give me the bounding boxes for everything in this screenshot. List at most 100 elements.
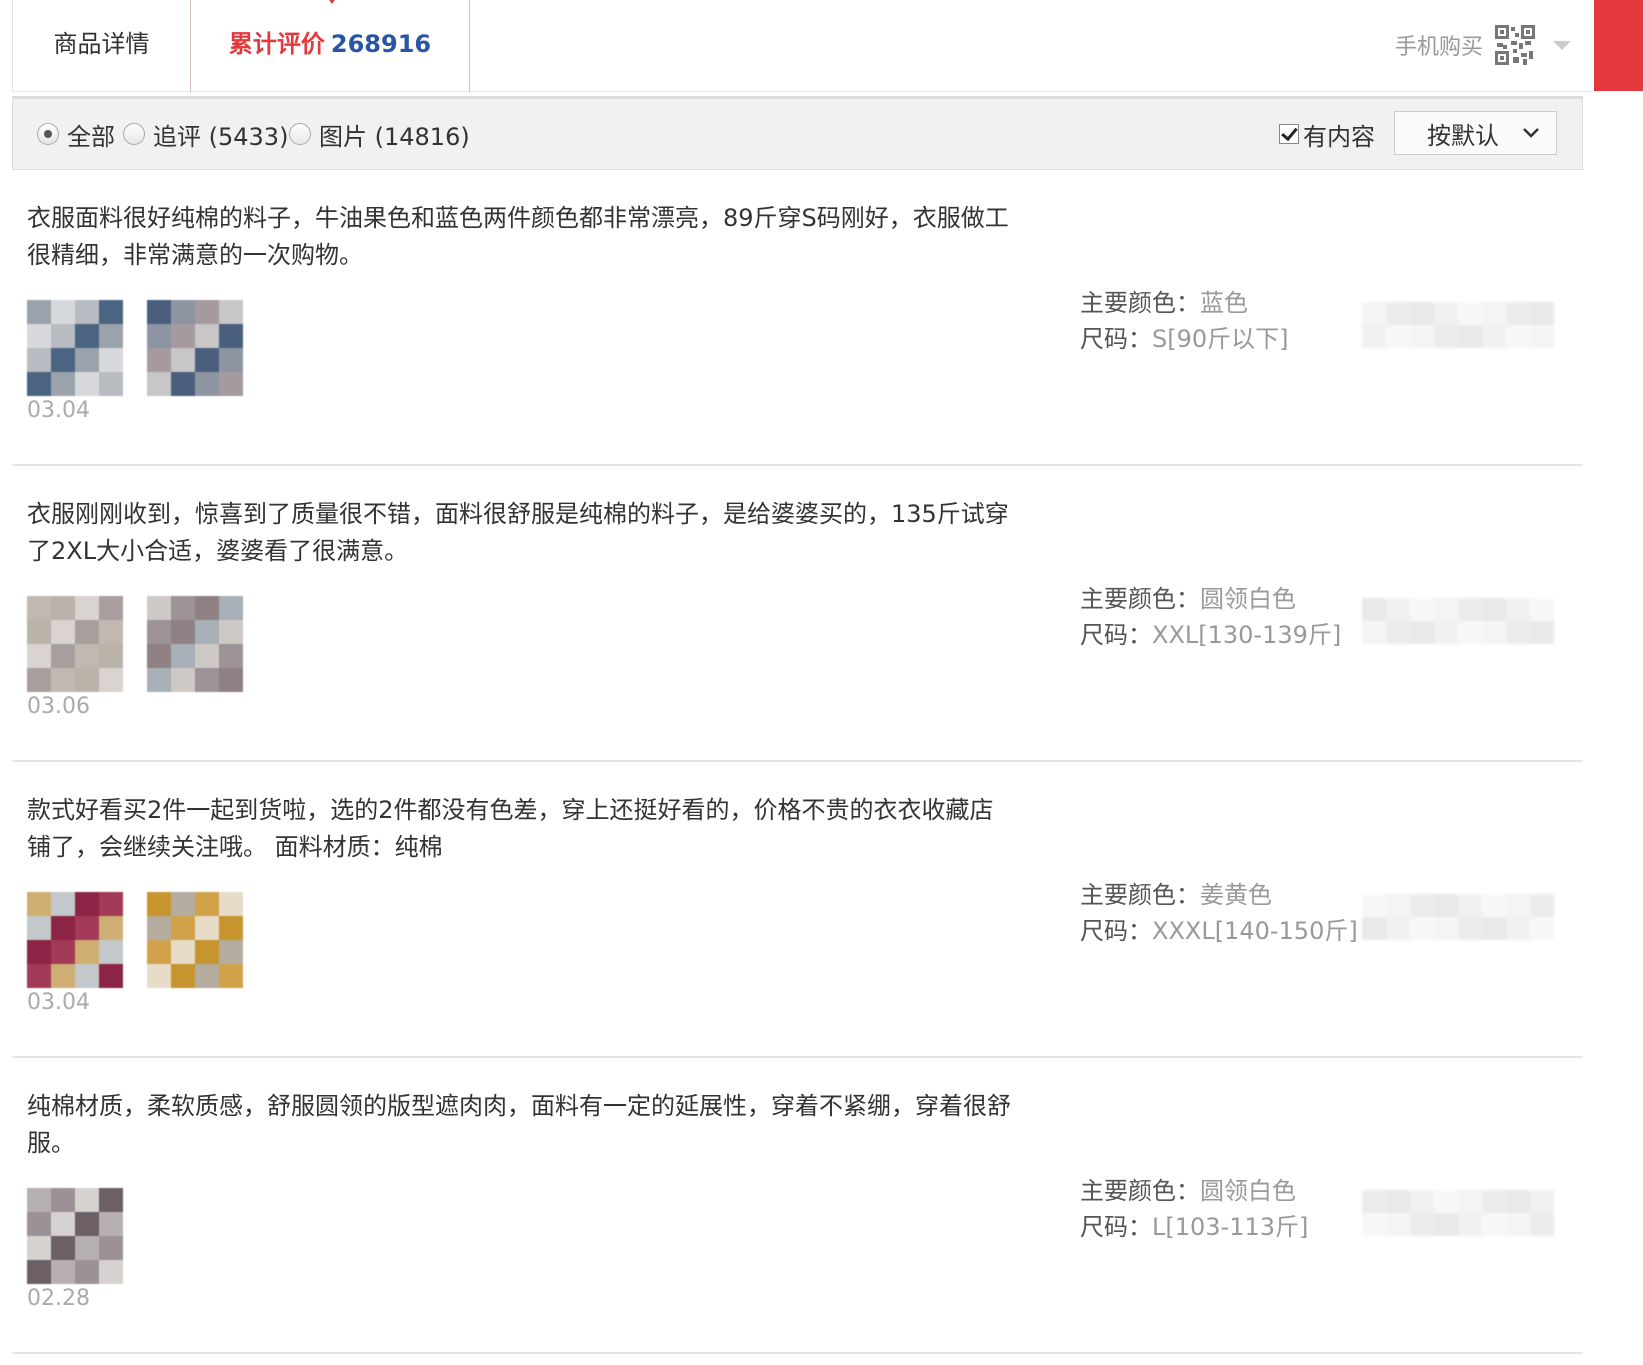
photo-mosaic-cell [51, 300, 75, 324]
review-photos [27, 892, 267, 988]
photo-mosaic-cell [195, 372, 219, 396]
photo-mosaic-cell [75, 1188, 99, 1212]
photo-mosaic-cell [147, 596, 171, 620]
review-photo-thumbnail[interactable] [27, 892, 123, 988]
photo-mosaic-cell [171, 596, 195, 620]
review-photo-thumbnail[interactable] [147, 300, 243, 396]
review-photo-thumbnail[interactable] [27, 1188, 123, 1284]
blurred-username [1362, 302, 1554, 348]
photo-mosaic-cell [27, 1236, 51, 1260]
photo-mosaic-cell [219, 964, 243, 988]
photo-mosaic-cell [27, 644, 51, 668]
photo-mosaic-cell [27, 1260, 51, 1284]
blurred-username [1362, 894, 1554, 940]
review-date: 03.06 [27, 694, 90, 719]
photo-mosaic-cell [27, 300, 51, 324]
photo-mosaic-cell [75, 1236, 99, 1260]
filter-followup[interactable]: 追评 (5433) [123, 99, 288, 169]
photo-mosaic-cell [195, 348, 219, 372]
blur-cell [1530, 325, 1554, 348]
photo-mosaic-cell [171, 372, 195, 396]
blur-cell [1362, 894, 1386, 917]
photo-mosaic-cell [27, 964, 51, 988]
photo-mosaic-cell [51, 1188, 75, 1212]
review-sku-info: 主要颜色：姜黄色 尺码：XXXL[140-150斤] [1080, 877, 1358, 949]
blur-cell [1410, 894, 1434, 917]
photo-mosaic-cell [75, 324, 99, 348]
review-photo-thumbnail[interactable] [147, 892, 243, 988]
photo-mosaic-cell [51, 964, 75, 988]
blur-cell [1458, 1190, 1482, 1213]
filter-all[interactable]: 全部 [37, 99, 115, 169]
sku-size-label: 尺码： [1080, 917, 1152, 945]
photo-mosaic-cell [27, 348, 51, 372]
photo-mosaic-cell [195, 916, 219, 940]
photo-mosaic-cell [195, 668, 219, 692]
sku-color-label: 主要颜色： [1080, 585, 1200, 613]
photo-mosaic-cell [195, 300, 219, 324]
sort-select-label: 按默认 [1427, 121, 1499, 150]
blur-cell [1410, 1213, 1434, 1236]
review-item: 款式好看买2件一起到货啦，选的2件都没有色差，穿上还挺好看的，价格不贵的衣衣收藏… [12, 762, 1583, 1058]
sku-size-label: 尺码： [1080, 325, 1152, 353]
radio-icon[interactable] [37, 123, 59, 145]
photo-mosaic-cell [75, 964, 99, 988]
blur-cell [1506, 302, 1530, 325]
blur-cell [1458, 894, 1482, 917]
photo-mosaic-cell [99, 940, 123, 964]
blur-cell [1386, 621, 1410, 644]
photo-mosaic-cell [75, 348, 99, 372]
photo-mosaic-cell [99, 620, 123, 644]
photo-mosaic-cell [27, 620, 51, 644]
photo-mosaic-cell [27, 1188, 51, 1212]
blur-cell [1482, 1190, 1506, 1213]
has-content-filter[interactable]: 有内容 [1279, 99, 1375, 169]
photo-mosaic-cell [27, 892, 51, 916]
photo-mosaic-cell [147, 348, 171, 372]
blur-cell [1434, 917, 1458, 940]
review-photo-thumbnail[interactable] [27, 300, 123, 396]
photo-mosaic-cell [99, 300, 123, 324]
blur-cell [1362, 302, 1386, 325]
photo-mosaic-cell [171, 620, 195, 644]
review-date: 03.04 [27, 990, 90, 1015]
photo-mosaic-cell [147, 964, 171, 988]
filter-all-label: 全部 [67, 122, 115, 151]
radio-icon[interactable] [289, 123, 311, 145]
review-photo-thumbnail[interactable] [147, 596, 243, 692]
blur-cell [1362, 598, 1386, 621]
photo-mosaic-cell [75, 644, 99, 668]
photo-mosaic-cell [147, 892, 171, 916]
photo-mosaic-cell [147, 916, 171, 940]
photo-mosaic-cell [219, 372, 243, 396]
photo-mosaic-cell [99, 916, 123, 940]
blur-cell [1362, 1213, 1386, 1236]
tab-reviews[interactable]: 累计评价 268916 [190, 0, 470, 92]
qr-code-icon[interactable] [1495, 25, 1536, 65]
blur-cell [1458, 598, 1482, 621]
dropdown-triangle-icon[interactable] [1553, 40, 1572, 50]
photo-mosaic-cell [147, 940, 171, 964]
checkbox-icon[interactable] [1279, 124, 1299, 144]
photo-mosaic-cell [147, 300, 171, 324]
filter-photos[interactable]: 图片 (14816) [289, 99, 470, 169]
blur-cell [1362, 917, 1386, 940]
sku-color-value: 圆领白色 [1200, 1177, 1296, 1205]
sort-select[interactable]: 按默认 [1394, 111, 1557, 155]
blur-cell [1434, 598, 1458, 621]
radio-icon[interactable] [123, 123, 145, 145]
mobile-buy[interactable]: 手机购买 [1395, 22, 1572, 68]
tab-product-detail[interactable]: 商品详情 [13, 0, 190, 92]
sku-size-label: 尺码： [1080, 1213, 1152, 1241]
photo-mosaic-cell [51, 916, 75, 940]
photo-mosaic-cell [147, 324, 171, 348]
photo-mosaic-cell [75, 372, 99, 396]
review-photo-thumbnail[interactable] [27, 596, 123, 692]
photo-mosaic-cell [51, 892, 75, 916]
blur-cell [1410, 1190, 1434, 1213]
product-tab-bar: 商品详情 累计评价 268916 手机购买 [12, 0, 1592, 92]
photo-mosaic-cell [75, 892, 99, 916]
photo-mosaic-cell [99, 1260, 123, 1284]
blur-cell [1458, 302, 1482, 325]
blur-cell [1506, 894, 1530, 917]
